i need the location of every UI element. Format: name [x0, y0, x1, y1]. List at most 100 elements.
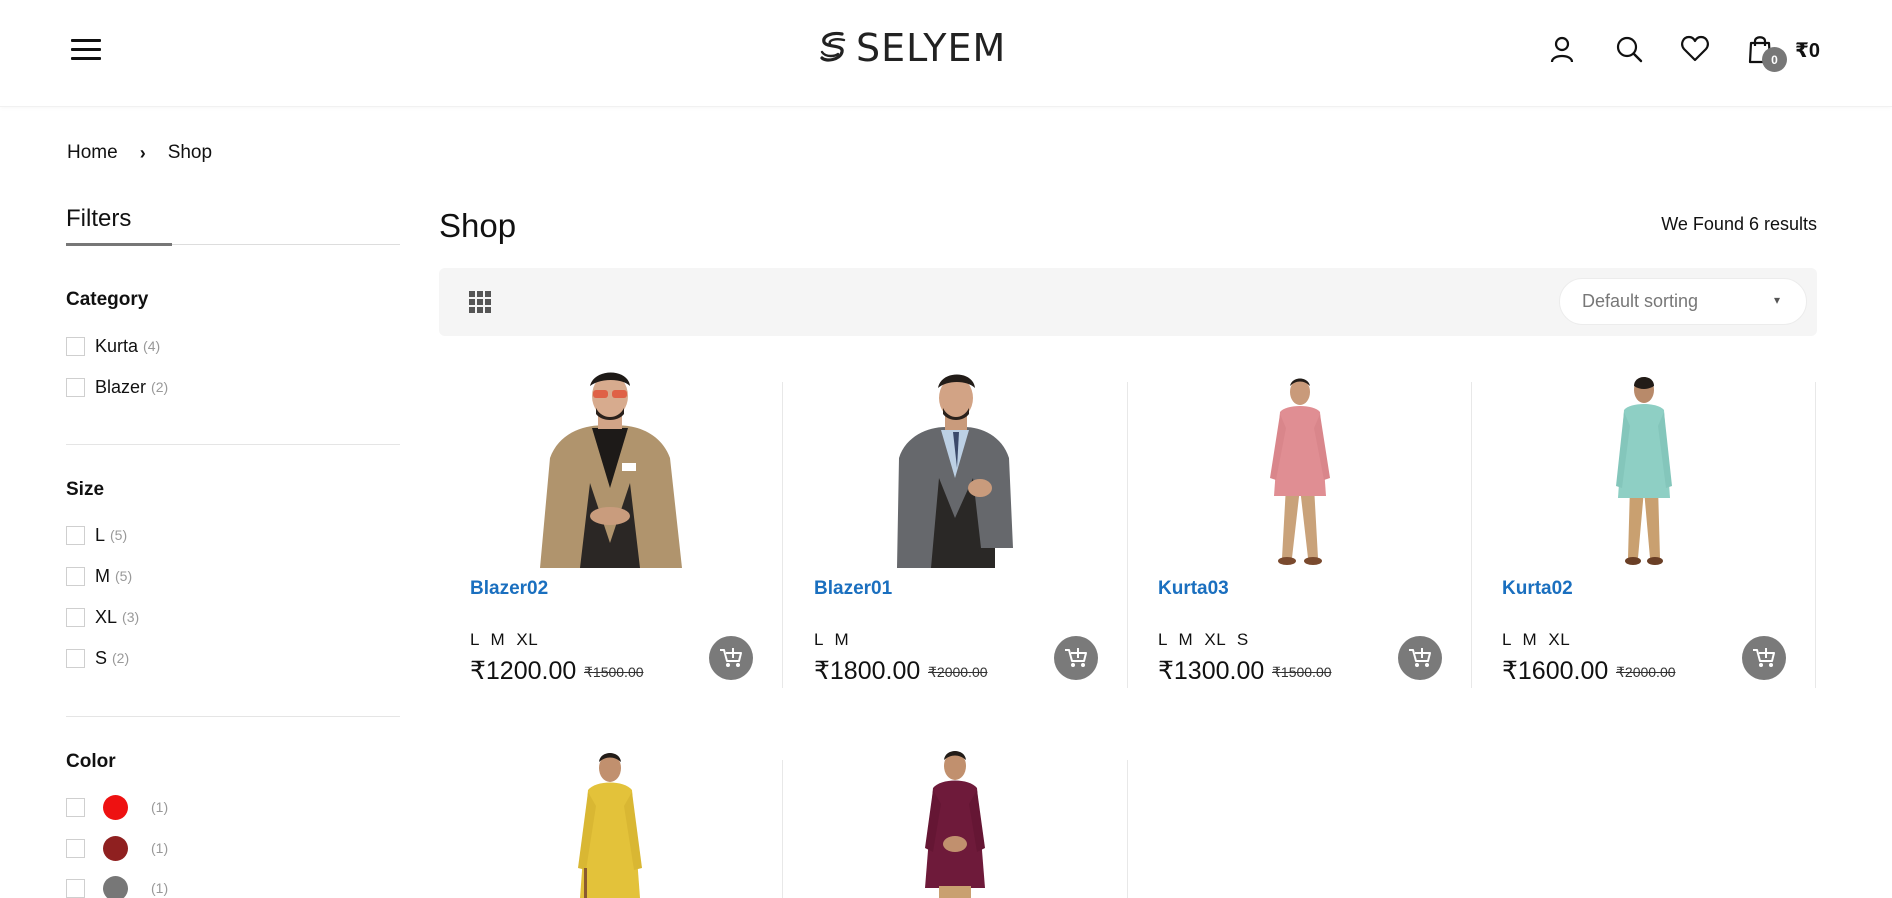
color-filter-grey[interactable]: (1): [66, 875, 169, 898]
checkbox[interactable]: [66, 377, 85, 397]
product-price: ₹1600.00: [1502, 657, 1609, 685]
filter-count: (2): [151, 379, 169, 395]
category-heading: Category: [66, 289, 149, 310]
size-filter-l[interactable]: L (5): [66, 523, 127, 547]
category-filter-kurta[interactable]: Kurta (4): [66, 334, 160, 358]
checkbox[interactable]: [66, 648, 85, 668]
menu-icon[interactable]: [71, 37, 103, 63]
product-image[interactable]: [510, 368, 710, 568]
search-icon[interactable]: [1614, 34, 1644, 64]
page-title: Shop: [439, 207, 517, 244]
product-image[interactable]: [1200, 368, 1400, 568]
cart-plus-icon: [1409, 648, 1431, 667]
breadcrumb-home[interactable]: Home: [67, 142, 118, 164]
product-old-price: ₹1500.00: [1272, 664, 1332, 680]
logo-text: SELYEM: [856, 26, 1007, 70]
column-divider: [1127, 760, 1128, 898]
shop-toolbar: Default sorting ▾: [439, 268, 1817, 336]
product-image[interactable]: [1544, 368, 1744, 568]
color-swatch: [103, 794, 128, 820]
product-sizes: L M XL: [1502, 630, 1571, 649]
size-filter-m[interactable]: M (5): [66, 564, 132, 588]
product-name[interactable]: Blazer02: [470, 578, 548, 600]
product-image[interactable]: [510, 748, 710, 898]
cart-plus-icon: [720, 648, 742, 667]
checkbox[interactable]: [66, 878, 85, 898]
chevron-down-icon: ▾: [1773, 293, 1780, 307]
color-heading: Color: [66, 751, 116, 772]
product-price: ₹1300.00: [1158, 657, 1265, 685]
column-divider: [782, 382, 783, 688]
product-old-price: ₹1500.00: [584, 664, 644, 680]
color-swatch: [103, 835, 128, 861]
breadcrumb-current: Shop: [167, 142, 213, 163]
product-sizes: L M: [814, 630, 850, 649]
product-image[interactable]: [855, 748, 1055, 898]
cart-plus-icon: [1065, 648, 1087, 667]
add-to-cart-button[interactable]: [1398, 636, 1442, 680]
size-heading: Size: [66, 479, 105, 500]
logo-mark-icon: [820, 31, 846, 62]
column-divider: [1471, 382, 1472, 688]
cart-count-badge: 0: [1762, 47, 1787, 72]
filter-count: (1): [151, 840, 169, 856]
product-name[interactable]: Kurta02: [1502, 578, 1573, 600]
category-filter-blazer[interactable]: Blazer (2): [66, 375, 168, 399]
checkbox[interactable]: [66, 838, 85, 858]
filter-count: (1): [151, 880, 169, 896]
product-old-price: ₹2000.00: [1616, 664, 1676, 680]
site-header: SELYEM 0 ₹0: [0, 0, 1892, 107]
product-sizes: L M XL S: [1158, 630, 1249, 649]
filter-label: Kurta: [95, 335, 139, 356]
checkbox[interactable]: [66, 566, 85, 586]
grid-view-icon[interactable]: [469, 291, 493, 313]
product-price: ₹1800.00: [814, 657, 921, 685]
checkbox[interactable]: [66, 336, 85, 356]
add-to-cart-button[interactable]: [1742, 636, 1786, 680]
filter-count: (3): [122, 609, 140, 625]
filter-count: (5): [115, 568, 133, 584]
site-logo[interactable]: SELYEM: [818, 26, 1006, 70]
color-swatch: [103, 875, 128, 898]
cart-plus-icon: [1753, 648, 1775, 667]
filter-count: (5): [110, 527, 128, 543]
sort-label: Default sorting: [1582, 291, 1699, 311]
product-name[interactable]: Kurta03: [1158, 578, 1229, 600]
filter-count: (4): [143, 338, 161, 354]
product-price: ₹1200.00: [470, 657, 577, 685]
heart-icon[interactable]: [1680, 34, 1710, 64]
size-filter-xl[interactable]: XL (3): [66, 605, 139, 629]
product-image[interactable]: [855, 368, 1055, 568]
sort-select[interactable]: Default sorting ▾: [1559, 278, 1807, 325]
filter-label: M: [95, 565, 110, 586]
breadcrumb: Home › Shop: [67, 142, 212, 164]
filter-label: Blazer: [95, 376, 147, 397]
divider: [66, 716, 400, 717]
size-filter-s[interactable]: S (2): [66, 646, 129, 670]
filter-label: XL: [95, 606, 118, 627]
product-sizes: L M XL: [470, 630, 539, 649]
color-filter-red[interactable]: (1): [66, 794, 169, 820]
column-divider: [782, 760, 783, 898]
color-filter-maroon[interactable]: (1): [66, 835, 169, 861]
breadcrumb-separator-icon: ›: [139, 142, 146, 163]
divider: [66, 444, 400, 445]
add-to-cart-button[interactable]: [1054, 636, 1098, 680]
cart-total[interactable]: ₹0: [1795, 38, 1820, 63]
column-divider: [1815, 382, 1816, 688]
filters-title: Filters: [66, 205, 132, 232]
filter-count: (1): [151, 799, 169, 815]
results-count: We Found 6 results: [1661, 214, 1817, 234]
add-to-cart-button[interactable]: [709, 636, 753, 680]
column-divider: [1127, 382, 1128, 688]
checkbox[interactable]: [66, 525, 85, 545]
user-icon[interactable]: [1547, 34, 1577, 64]
filters-underline-accent: [66, 243, 172, 246]
filter-label: S: [95, 647, 108, 668]
filter-label: L: [95, 524, 106, 545]
checkbox[interactable]: [66, 607, 85, 627]
product-name[interactable]: Blazer01: [814, 578, 892, 600]
product-old-price: ₹2000.00: [928, 664, 988, 680]
checkbox[interactable]: [66, 797, 85, 817]
filter-count: (2): [112, 650, 130, 666]
